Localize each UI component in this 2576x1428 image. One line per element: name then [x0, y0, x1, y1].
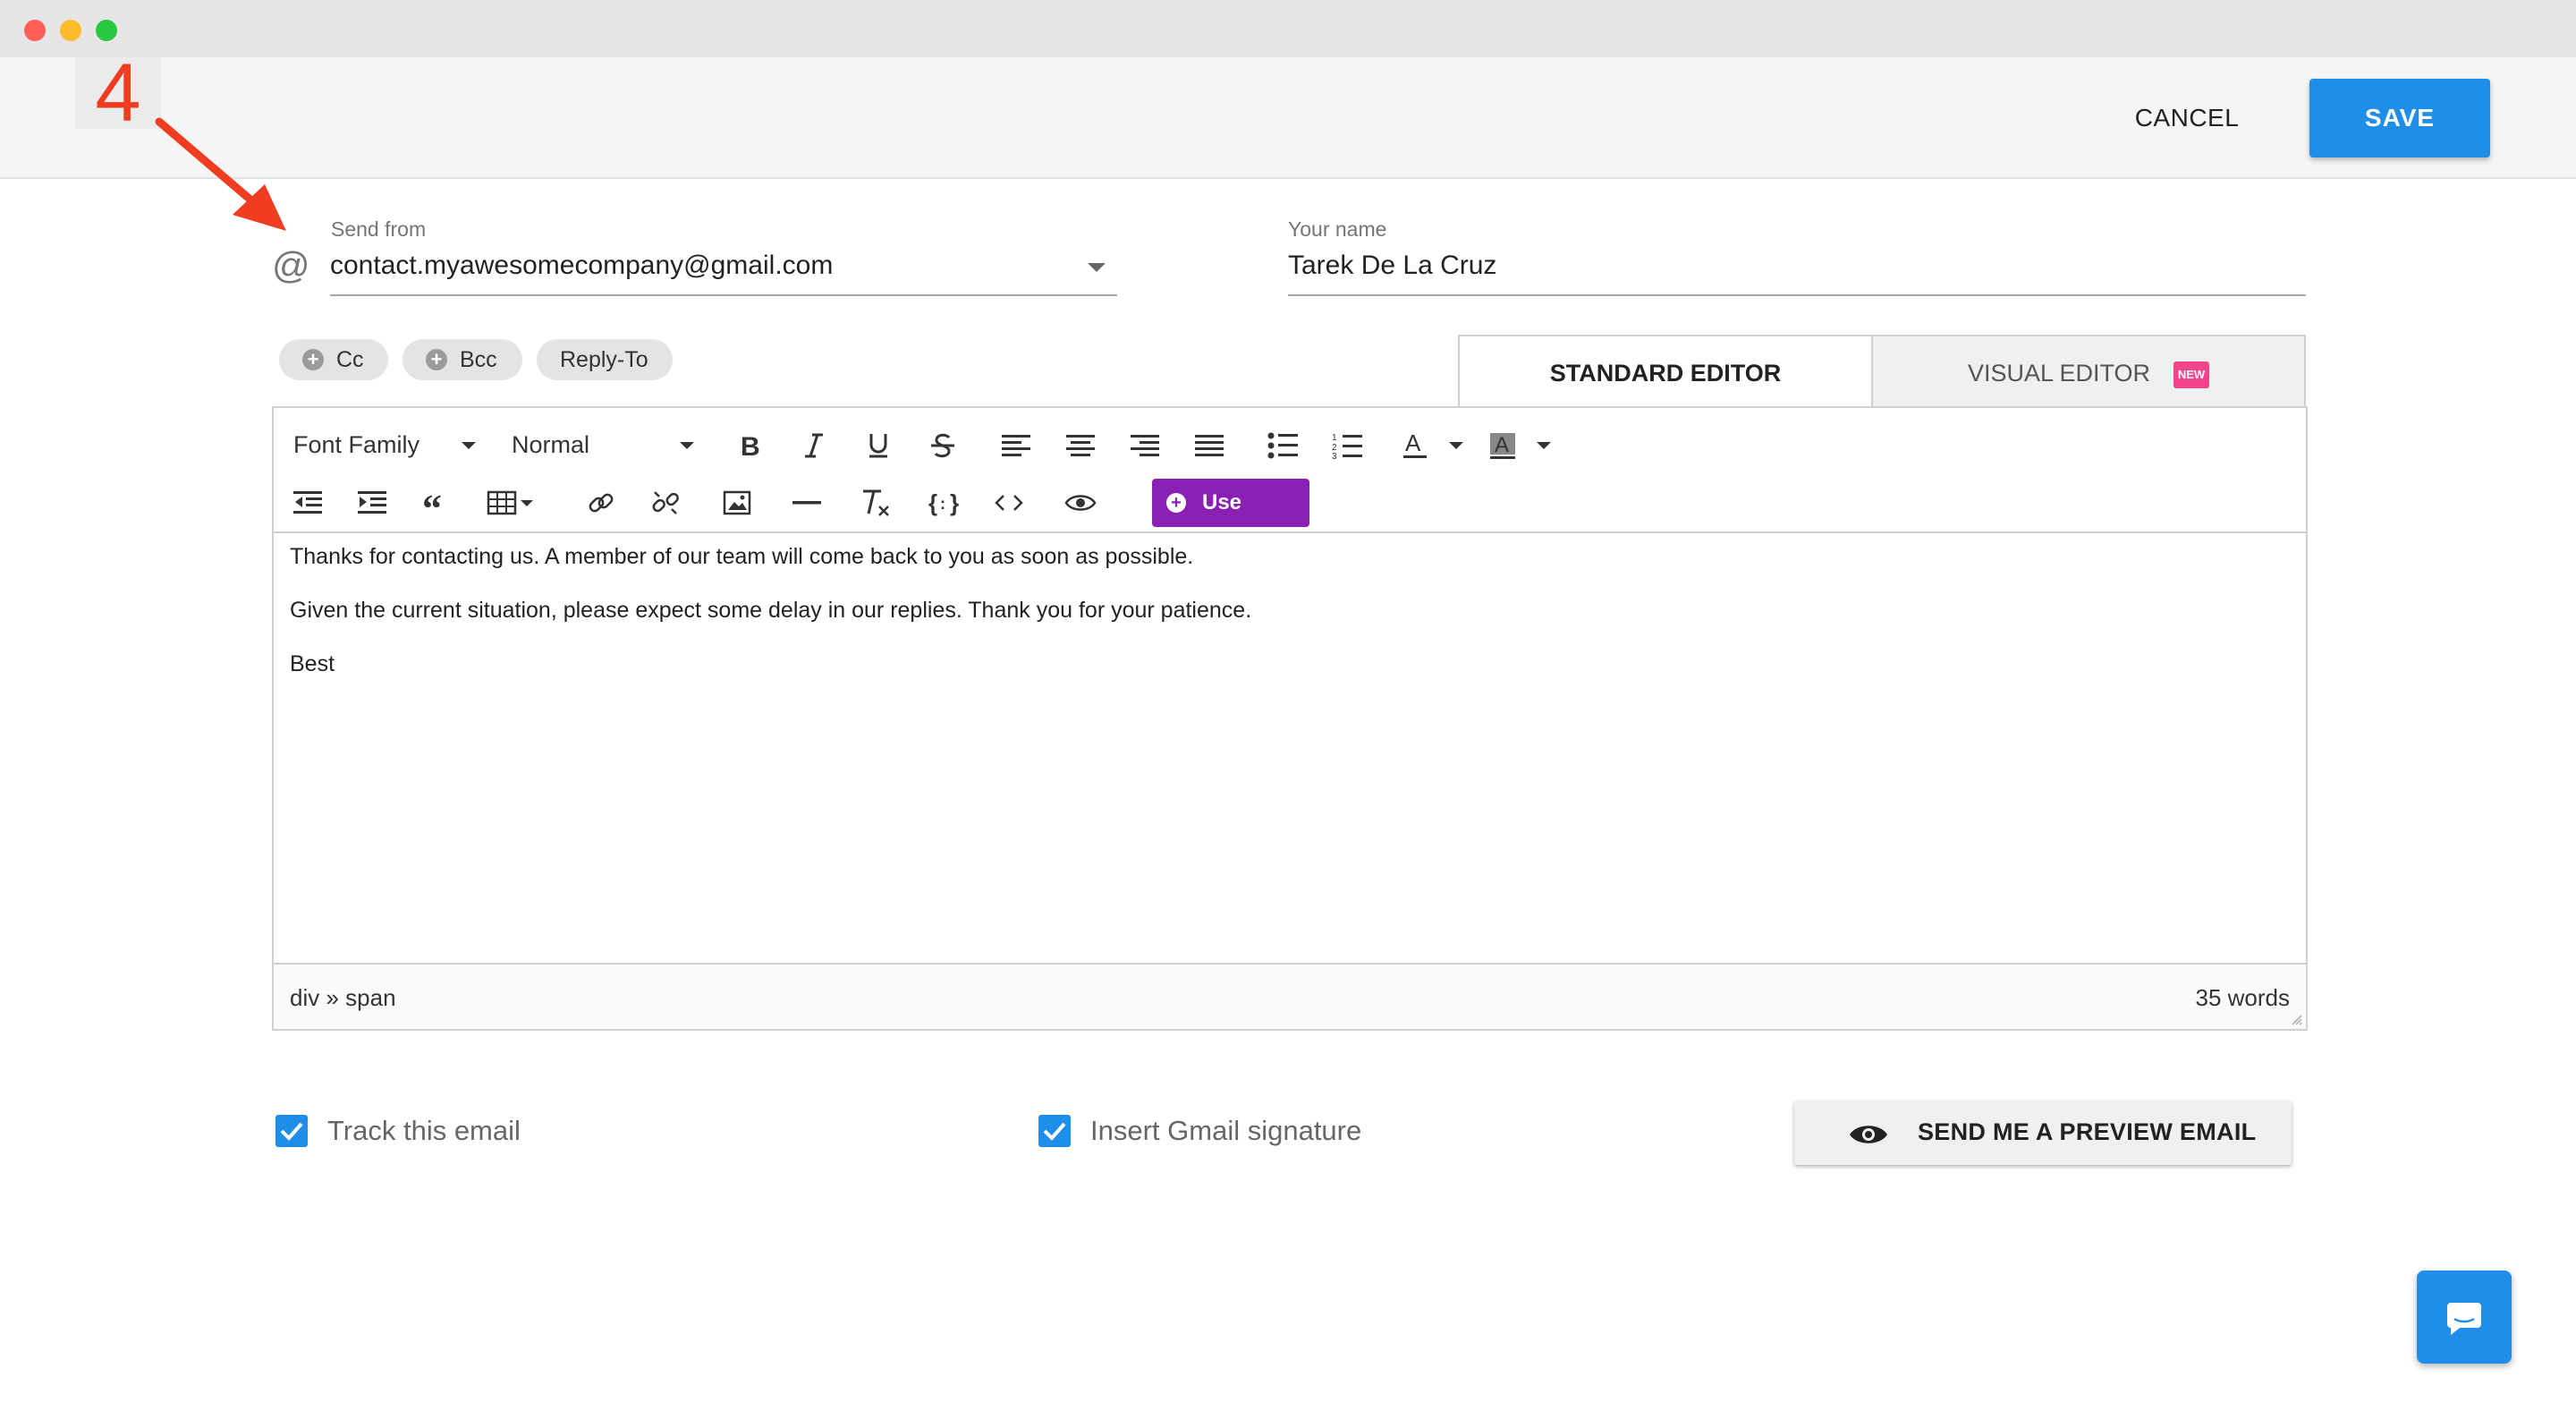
italic-icon[interactable] [792, 424, 835, 467]
editor-paragraph: Best [290, 651, 335, 676]
horizontal-rule-icon[interactable] [785, 481, 828, 524]
chat-widget-button[interactable] [2417, 1271, 2512, 1364]
rich-text-editor: Font Family Normal B 1 2 3 A A “ {}: +… [272, 406, 2308, 1031]
table-icon[interactable] [485, 481, 538, 524]
indent-icon[interactable] [351, 481, 394, 524]
cancel-button[interactable]: CANCEL [2111, 79, 2263, 157]
your-name-input[interactable]: Tarek De La Cruz [1288, 251, 1496, 281]
reply-to-chip[interactable]: Reply-To [537, 339, 673, 380]
svg-text:}: } [950, 489, 959, 516]
svg-text:A: A [1405, 431, 1421, 456]
maximize-window-button[interactable] [96, 20, 117, 41]
blockquote-icon[interactable]: “ [415, 481, 458, 524]
add-cc-chip[interactable]: + Cc [279, 339, 388, 380]
track-email-checkbox[interactable] [275, 1115, 308, 1147]
link-icon[interactable] [580, 481, 623, 524]
window-titlebar [0, 0, 2576, 57]
eye-icon [1850, 1126, 1887, 1143]
new-badge: NEW [2174, 361, 2210, 388]
editor-statusbar: div » span 35 words [274, 963, 2306, 1029]
use-template-button[interactable]: + Use Template [1152, 479, 1309, 563]
plus-icon: + [426, 349, 447, 370]
cc-label: Cc [336, 347, 364, 372]
send-preview-label: SEND ME A PREVIEW EMAIL [1918, 1118, 2257, 1145]
add-bcc-chip[interactable]: + Bcc [402, 339, 522, 380]
send-from-underline [330, 294, 1117, 296]
annotation-arrow-icon [155, 117, 286, 231]
chevron-down-icon[interactable] [680, 442, 694, 449]
tab-standard-editor[interactable]: STANDARD EDITOR [1458, 335, 1873, 408]
bcc-label: Bcc [460, 347, 497, 372]
send-from-label: Send from [331, 217, 427, 241]
bold-icon[interactable]: B [728, 424, 771, 467]
code-view-icon[interactable] [987, 481, 1030, 524]
underline-icon[interactable] [857, 424, 900, 467]
background-color-icon[interactable]: A [1481, 424, 1524, 467]
plus-icon: + [1166, 493, 1186, 513]
chevron-down-icon[interactable] [462, 442, 476, 449]
image-icon[interactable] [716, 481, 758, 524]
tab-visual-editor[interactable]: VISUAL EDITOR NEW [1873, 335, 2306, 406]
gmail-signature-checkbox[interactable] [1038, 1115, 1071, 1147]
svg-text:{: { [928, 489, 937, 516]
editor-paragraph: Thanks for contacting us. A member of ou… [290, 544, 1194, 569]
bullet-list-icon[interactable] [1261, 424, 1304, 467]
track-email-label[interactable]: Track this email [327, 1115, 521, 1147]
send-preview-email-button[interactable]: SEND ME A PREVIEW EMAIL [1794, 1101, 2292, 1165]
element-path: div » span [290, 984, 396, 1011]
text-color-icon[interactable]: A [1394, 424, 1436, 467]
unlink-icon[interactable] [644, 481, 687, 524]
use-template-label: Use Template [1202, 490, 1295, 563]
checkmark-icon [1043, 1122, 1066, 1141]
strikethrough-icon[interactable] [921, 424, 964, 467]
your-name-underline [1288, 294, 2306, 296]
preview-eye-icon[interactable] [1059, 481, 1102, 524]
chevron-down-icon[interactable] [1088, 263, 1106, 272]
align-center-icon[interactable] [1059, 424, 1102, 467]
numbered-list-icon[interactable]: 123 [1326, 424, 1368, 467]
clear-formatting-icon[interactable] [853, 481, 896, 524]
step-number-annotation: 4 [75, 52, 161, 134]
svg-text:1: 1 [1332, 433, 1337, 443]
svg-text:“: “ [422, 491, 442, 514]
font-family-select[interactable]: Font Family [293, 431, 419, 459]
plus-icon: + [302, 349, 324, 370]
minimize-window-button[interactable] [60, 20, 81, 41]
close-window-button[interactable] [24, 20, 46, 41]
svg-text::: : [940, 495, 945, 513]
font-size-select[interactable]: Normal [512, 431, 589, 459]
at-icon: @ [272, 244, 310, 286]
editor-paragraph: Given the current situation, please expe… [290, 598, 1252, 623]
editor-toolbar: Font Family Normal B 1 2 3 A A “ {}: +… [274, 408, 2306, 563]
tab-standard-label: STANDARD EDITOR [1549, 360, 1782, 387]
outdent-icon[interactable] [286, 481, 329, 524]
chat-bubble-icon [2447, 1303, 2481, 1335]
svg-text:B: B [741, 432, 760, 459]
reply-to-label: Reply-To [560, 347, 648, 372]
svg-text:3: 3 [1332, 452, 1337, 459]
svg-text:A: A [1495, 433, 1509, 457]
tab-visual-label: VISUAL EDITOR [1967, 360, 2151, 387]
send-from-select[interactable]: contact.myawesomecompany@gmail.com [330, 251, 833, 281]
align-justify-icon[interactable] [1188, 424, 1231, 467]
chevron-down-icon[interactable] [1449, 442, 1463, 449]
variable-icon[interactable]: {}: [923, 481, 966, 524]
resize-handle-icon[interactable] [2290, 1013, 2302, 1025]
align-right-icon[interactable] [1123, 424, 1166, 467]
word-count: 35 words [2195, 984, 2291, 1011]
save-button[interactable]: SAVE [2309, 79, 2490, 157]
checkmark-icon [280, 1122, 303, 1141]
chevron-down-icon[interactable] [1537, 442, 1551, 449]
your-name-label: Your name [1288, 217, 1387, 241]
align-left-icon[interactable] [995, 424, 1038, 467]
gmail-signature-label[interactable]: Insert Gmail signature [1090, 1115, 1361, 1147]
